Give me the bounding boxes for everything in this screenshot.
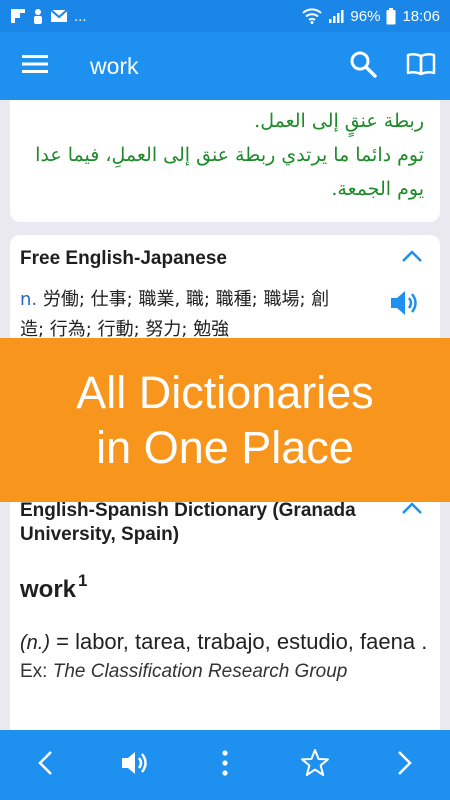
card-header: Free English-Japanese	[20, 247, 430, 271]
wifi-icon	[302, 8, 323, 24]
book-icon	[406, 52, 436, 81]
promo-banner: All Dictionaries in One Place	[0, 338, 450, 502]
volume-icon	[120, 750, 150, 781]
collapse-button[interactable]	[394, 499, 430, 523]
part-of-speech: (n.)	[20, 632, 50, 654]
menu-icon	[22, 54, 48, 79]
card-header: English-Spanish Dictionary (Granada Univ…	[20, 499, 430, 547]
volume-button[interactable]	[105, 730, 165, 800]
definition: (n.) = labor, tarea, trabajo, estudio, f…	[20, 628, 430, 657]
translation-line-2: 造; 行為; 行動; 努力; 勉強	[20, 319, 230, 340]
definition-text: = labor, tarea, trabajo, estudio, faena …	[50, 629, 428, 654]
search-button[interactable]	[334, 32, 392, 100]
star-icon	[300, 748, 330, 783]
back-icon	[37, 750, 53, 781]
part-of-speech: n.	[20, 289, 38, 310]
arabic-line-2: توم دائما ما يرتدي ربطة عنق إلى العملِ، …	[35, 144, 424, 166]
translation-line-1: 労働; 仕事; 職業, 職; 職種; 職場; 創	[42, 289, 330, 310]
person-notification-icon	[32, 8, 44, 24]
dictionaries-button[interactable]	[392, 32, 450, 100]
chevron-up-icon	[401, 250, 423, 268]
status-bar: ... 96% 18:06	[0, 0, 450, 32]
clock: 18:06	[402, 7, 440, 25]
example-text: The Classification Research Group	[52, 661, 348, 682]
back-button[interactable]	[15, 730, 75, 800]
more-options-button[interactable]	[195, 730, 255, 800]
headword: work 1	[20, 571, 430, 604]
search-icon	[349, 50, 377, 83]
banner-line-1: All Dictionaries	[76, 367, 374, 418]
arabic-example-card: ربطة عنقٍ إلى العمل. توم دائما ما يرتدي …	[10, 100, 440, 222]
forward-button[interactable]	[375, 730, 435, 800]
example: Ex: The Classification Research Group	[20, 661, 430, 683]
speaker-icon	[389, 289, 421, 345]
signal-icon	[328, 8, 344, 24]
battery-percent: 96%	[350, 7, 381, 25]
forward-icon	[397, 750, 413, 781]
japanese-translation: n. 労働; 仕事; 職業, 職; 職種; 職場; 創 造; 行為; 行動; 努…	[20, 285, 380, 345]
dictionary-title: English-Spanish Dictionary (Granada Univ…	[20, 500, 356, 545]
mail-icon	[50, 9, 68, 23]
battery-icon	[386, 7, 396, 25]
spanish-dictionary-card: English-Spanish Dictionary (Granada Univ…	[10, 485, 440, 730]
homograph-number: 1	[78, 571, 88, 590]
banner-line-2: in One Place	[96, 422, 354, 473]
flipboard-icon	[10, 8, 26, 24]
favorite-button[interactable]	[285, 730, 345, 800]
more-vertical-icon	[222, 749, 228, 781]
bottom-toolbar	[0, 730, 450, 800]
arabic-line-3: يوم الجمعة.	[331, 178, 424, 200]
translation-row: n. 労働; 仕事; 職業, 職; 職種; 職場; 創 造; 行為; 行動; 努…	[20, 285, 430, 345]
search-query-title[interactable]: work	[70, 53, 334, 80]
headword-text: work	[20, 576, 77, 603]
more-notifications: ...	[74, 7, 87, 25]
pronounce-button[interactable]	[380, 285, 430, 345]
arabic-line-1: ربطة عنقٍ إلى العمل.	[254, 110, 424, 132]
chevron-up-icon	[401, 502, 423, 520]
example-label: Ex:	[20, 661, 53, 682]
dictionary-title: Free English-Japanese	[20, 248, 227, 269]
app-bar: work	[0, 32, 450, 100]
menu-button[interactable]	[0, 32, 70, 100]
collapse-button[interactable]	[394, 247, 430, 271]
